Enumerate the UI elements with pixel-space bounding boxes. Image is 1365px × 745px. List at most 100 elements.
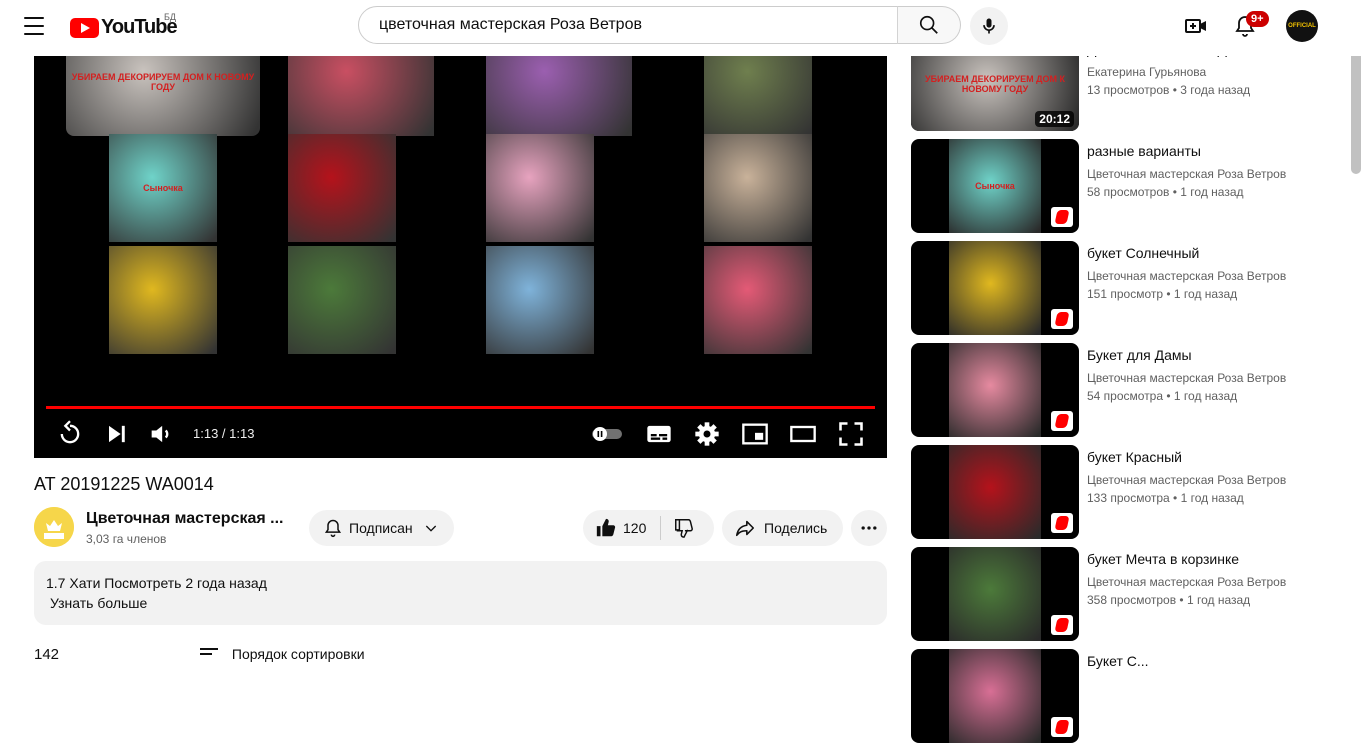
time-display: 1:13 / 1:13 (193, 426, 255, 441)
description-box[interactable]: 1.7 Хати Посмотреть 2 года назад Узнать … (34, 561, 887, 625)
subscribed-button[interactable]: Подписан (309, 510, 454, 546)
sort-comments-button[interactable]: Порядок сортировки (200, 646, 365, 662)
channel-name[interactable]: Цветочная мастерская ... (86, 510, 283, 528)
video-thumbnail[interactable] (911, 241, 1079, 335)
related-video-channel[interactable]: Цветочная мастерская Роза Ветров (1087, 473, 1287, 487)
video-frame-tile (486, 56, 632, 136)
subtitles-icon[interactable] (645, 420, 673, 448)
sort-label: Порядок сортировки (231, 646, 365, 662)
tile-caption (288, 56, 434, 136)
channel-logo-icon (34, 507, 74, 547)
related-video-title[interactable]: букет Солнечный (1087, 245, 1199, 261)
thumbnail-image (949, 343, 1041, 437)
video-thumbnail[interactable]: Сыночка (911, 139, 1079, 233)
separator-dot: • (1169, 185, 1181, 199)
related-video-title[interactable]: букет Мечта в корзинке (1087, 551, 1239, 567)
youtube-logo[interactable]: YouTube (70, 16, 178, 39)
theater-mode-icon[interactable] (789, 420, 817, 448)
show-more-link[interactable]: Узнать больше (46, 593, 875, 613)
thumbnail-caption (949, 547, 1041, 641)
autoplay-toggle[interactable] (590, 420, 624, 448)
account-avatar[interactable]: OFFICIAL (1286, 10, 1318, 42)
related-video-title[interactable]: Букет С... (1087, 653, 1149, 669)
related-video-channel[interactable]: Екатерина Гурьянова (1087, 65, 1287, 79)
related-video-channel[interactable]: Цветочная мастерская Роза Ветров (1087, 371, 1287, 385)
settings-gear-icon[interactable] (693, 420, 721, 448)
related-video-title[interactable]: букет Красный (1087, 449, 1182, 465)
related-video-item[interactable]: Сыночка разные варианты Цветочная мастерск… (911, 139, 1331, 235)
divider (660, 516, 662, 540)
search-button[interactable] (897, 6, 961, 44)
search-input[interactable]: цветочная мастерская Роза Ветров (358, 6, 898, 44)
thumbnail-image: Сыночка (949, 139, 1041, 233)
subscriber-count: 3,03 га членов (86, 532, 167, 546)
shorts-icon (1051, 411, 1073, 431)
tile-caption (486, 134, 594, 242)
thumbnail-image (949, 547, 1041, 641)
tile-caption: УБИРАЕМ ДЕКОРИРУЕМ ДОМ К НОВОМУ ГОДУ (71, 72, 255, 92)
related-video-title[interactable]: разные варианты (1087, 143, 1201, 159)
related-video-channel[interactable]: Цветочная мастерская Роза Ветров (1087, 575, 1287, 589)
tile-caption (288, 246, 396, 354)
separator-dot: • (1163, 389, 1174, 403)
separator-dot: • (1163, 287, 1174, 301)
volume-icon[interactable] (147, 420, 175, 448)
tile-caption (486, 56, 632, 136)
video-thumbnail[interactable] (911, 445, 1079, 539)
video-frame-tile: Сыночка (109, 134, 217, 242)
related-video-meta: 133 просмотра • 1 год назад (1087, 491, 1244, 505)
tile-caption (288, 134, 396, 242)
dislike-icon[interactable] (673, 517, 695, 539)
next-icon[interactable] (102, 420, 130, 448)
related-video-item[interactable]: букет Мечта в корзинке Цветочная мастерск… (911, 547, 1331, 643)
more-actions-button[interactable] (851, 510, 887, 546)
thumbnail-caption: Сыночка (975, 181, 1015, 191)
shorts-icon (1051, 717, 1073, 737)
thumbnail-image (949, 241, 1041, 335)
menu-icon[interactable] (24, 17, 44, 35)
tile-caption (704, 134, 812, 242)
tile-caption (109, 246, 217, 354)
bell-icon (324, 519, 342, 538)
replay-icon[interactable] (56, 420, 84, 448)
related-video-title[interactable]: Букет для Дамы (1087, 347, 1192, 363)
progress-bar[interactable] (46, 406, 875, 409)
related-video-item[interactable]: букет Красный Цветочная мастерская Роза В… (911, 445, 1331, 541)
related-video-meta: 13 просмотров • 3 года назад (1087, 83, 1250, 97)
video-player[interactable]: УБИРАЕМ ДЕКОРИРУЕМ ДОМ К НОВОМУ ГОДУ Сыно… (34, 56, 887, 458)
shorts-icon (1051, 513, 1073, 533)
related-video-channel[interactable]: Цветочная мастерская Роза Ветров (1087, 269, 1287, 283)
video-frame-tile (288, 134, 396, 242)
upload-age: 3 года назад (1180, 83, 1251, 97)
fullscreen-icon[interactable] (837, 420, 865, 448)
miniplayer-icon[interactable] (741, 420, 769, 448)
related-video-item[interactable]: Букет С... (911, 649, 1331, 745)
tile-caption: Сыночка (143, 183, 183, 193)
related-video-meta: 58 просмотров • 1 год назад (1087, 185, 1244, 199)
related-video-item[interactable]: Букет для Дамы Цветочная мастерская Роза … (911, 343, 1331, 439)
like-count[interactable]: 120 (623, 520, 646, 536)
view-count: 151 просмотр (1087, 287, 1164, 301)
separator-dot: • (1169, 83, 1181, 97)
like-icon[interactable] (595, 517, 617, 539)
thumbnail-caption (949, 241, 1041, 335)
view-count: 54 просмотра (1087, 389, 1164, 403)
video-frame-tile (704, 134, 812, 242)
related-video-channel[interactable]: Цветочная мастерская Роза Ветров (1087, 167, 1287, 181)
video-frame-tile (486, 246, 594, 354)
video-frame-tile: УБИРАЕМ ДЕКОРИРУЕМ ДОМ К НОВОМУ ГОДУ (66, 56, 260, 136)
microphone-icon (983, 18, 995, 34)
shorts-icon (1051, 309, 1073, 329)
video-thumbnail[interactable] (911, 649, 1079, 743)
create-video-icon[interactable] (1184, 14, 1208, 38)
voice-search-button[interactable] (970, 7, 1008, 45)
video-thumbnail[interactable] (911, 343, 1079, 437)
share-button[interactable]: Поделись (722, 510, 843, 546)
channel-avatar[interactable] (34, 507, 74, 547)
thumbnail-image (949, 649, 1041, 743)
sort-icon (200, 648, 218, 655)
youtube-play-icon (70, 17, 99, 38)
video-thumbnail[interactable] (911, 547, 1079, 641)
shorts-icon (1051, 615, 1073, 635)
related-video-item[interactable]: букет Солнечный Цветочная мастерская Роза… (911, 241, 1331, 337)
